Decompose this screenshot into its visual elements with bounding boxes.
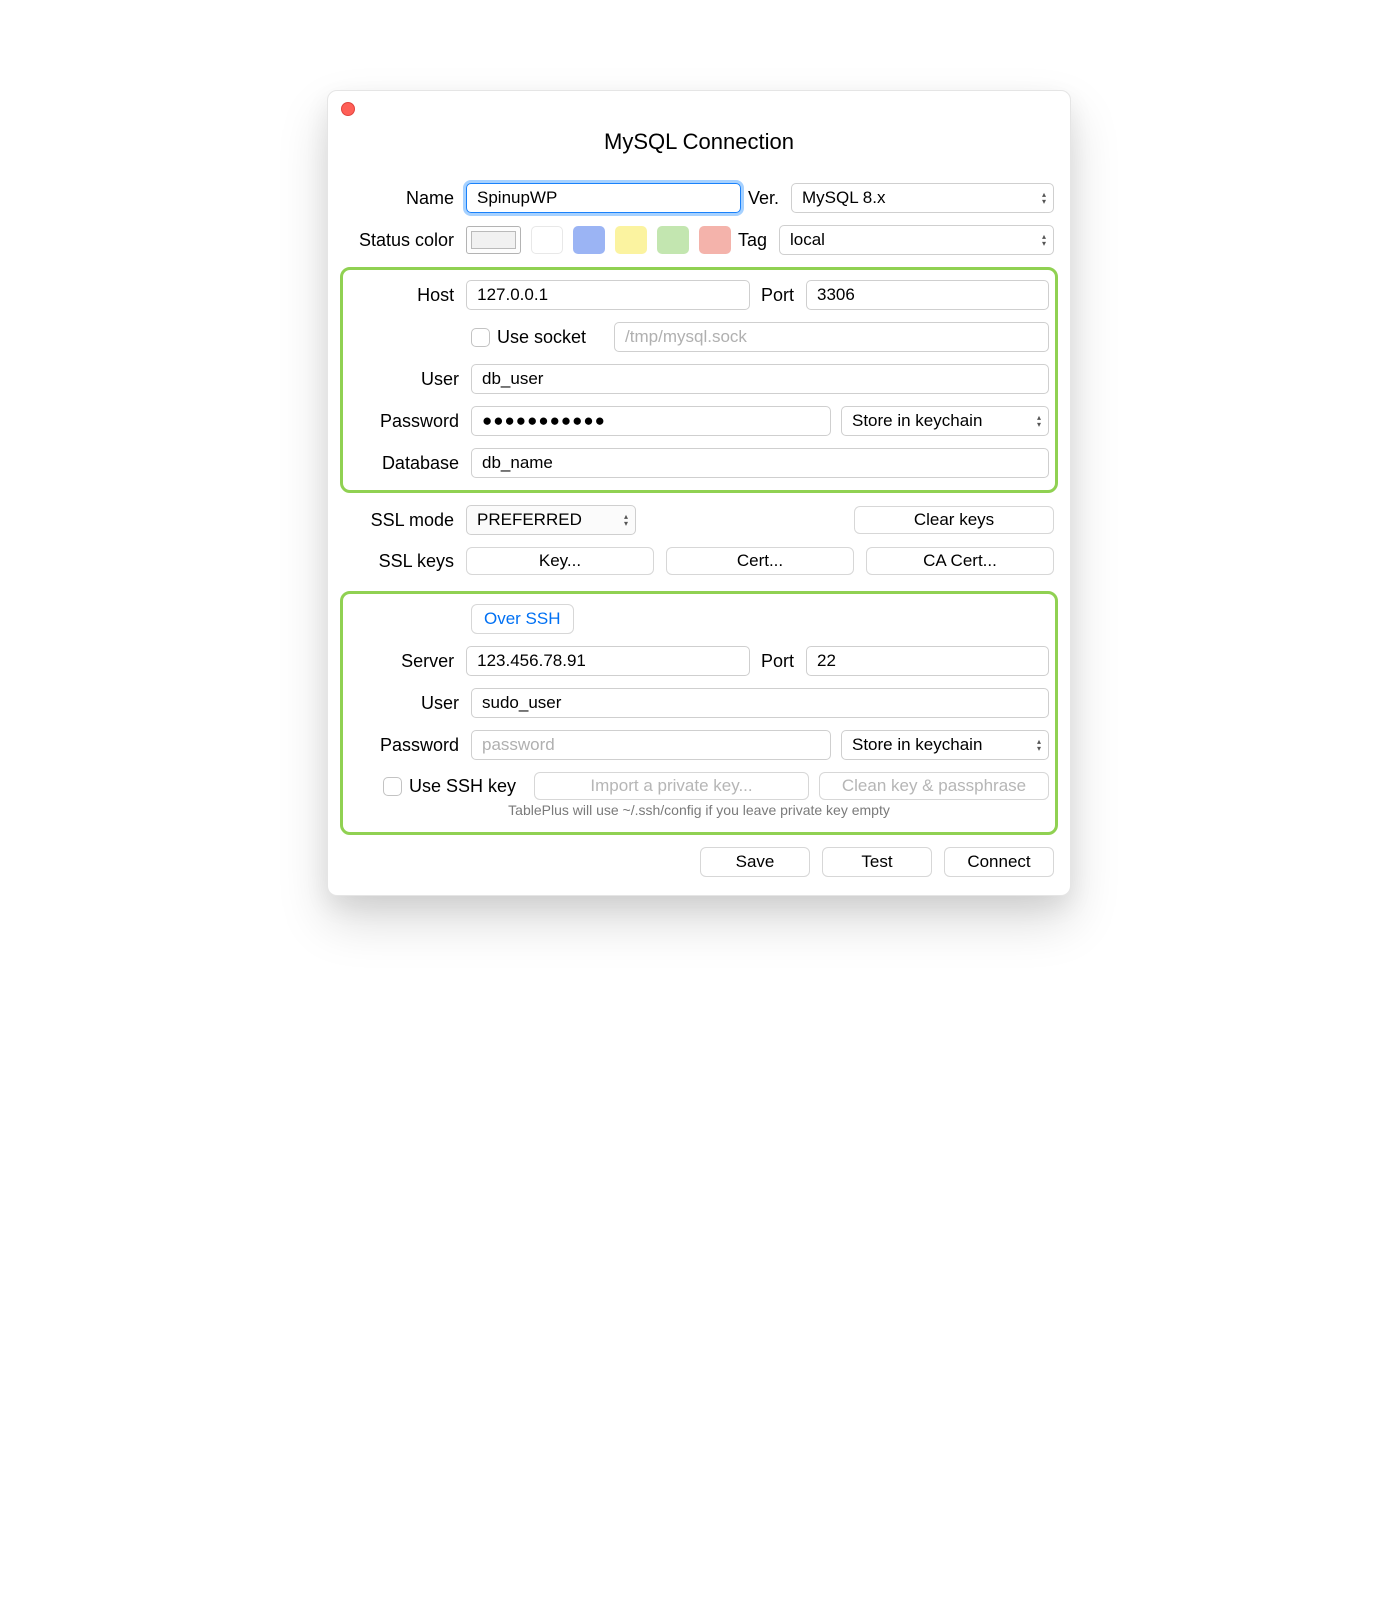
ssh-section-highlight: Over SSH Server Port User Password Store…	[340, 591, 1058, 835]
connect-button[interactable]: Connect	[944, 847, 1054, 877]
save-button[interactable]: Save	[700, 847, 810, 877]
test-button[interactable]: Test	[822, 847, 932, 877]
version-select[interactable]: MySQL 8.x ▴▾	[791, 183, 1054, 213]
chevron-updown-icon: ▴▾	[1042, 191, 1046, 205]
ssh-server-input[interactable]	[466, 646, 750, 676]
ssl-keys-label: SSL keys	[344, 551, 466, 572]
db-password-input[interactable]	[471, 406, 831, 436]
color-swatch-yellow[interactable]	[615, 226, 647, 254]
db-section-highlight: Host Port Use socket User Password Store…	[340, 267, 1058, 493]
ssl-mode-label: SSL mode	[344, 510, 466, 531]
ssh-keychain-select[interactable]: Store in keychain ▴▾	[841, 730, 1049, 760]
db-user-input[interactable]	[471, 364, 1049, 394]
dialog-title: MySQL Connection	[344, 129, 1054, 155]
dialog-footer: Save Test Connect	[344, 847, 1054, 877]
name-label: Name	[344, 188, 466, 209]
ssh-password-label: Password	[349, 735, 471, 756]
use-socket-checkbox[interactable]	[471, 328, 490, 347]
ssl-mode-select[interactable]: PREFERRED ▴▾	[466, 505, 636, 535]
tag-value: local	[790, 230, 825, 250]
ssh-user-label: User	[349, 693, 471, 714]
connection-dialog: MySQL Connection Name Ver. MySQL 8.x ▴▾ …	[327, 90, 1071, 896]
ssh-user-input[interactable]	[471, 688, 1049, 718]
tag-select[interactable]: local ▴▾	[779, 225, 1054, 255]
db-user-label: User	[349, 369, 471, 390]
ssh-config-note: TablePlus will use ~/.ssh/config if you …	[508, 802, 890, 818]
tag-label: Tag	[731, 230, 779, 251]
name-input[interactable]	[466, 183, 741, 213]
color-swatch-blue[interactable]	[573, 226, 605, 254]
use-ssh-key-checkbox[interactable]	[383, 777, 402, 796]
ssh-keychain-value: Store in keychain	[852, 735, 982, 755]
use-ssh-key-label: Use SSH key	[409, 776, 516, 797]
db-port-label: Port	[750, 285, 806, 306]
ssh-port-label: Port	[750, 651, 806, 672]
color-swatch-white[interactable]	[531, 226, 563, 254]
db-password-label: Password	[349, 411, 471, 432]
over-ssh-toggle[interactable]: Over SSH	[471, 604, 574, 634]
db-keychain-value: Store in keychain	[852, 411, 982, 431]
color-swatch-green[interactable]	[657, 226, 689, 254]
chevron-updown-icon: ▴▾	[1042, 233, 1046, 247]
ssh-password-input[interactable]	[471, 730, 831, 760]
db-port-input[interactable]	[806, 280, 1049, 310]
database-input[interactable]	[471, 448, 1049, 478]
clean-key-button[interactable]: Clean key & passphrase	[819, 772, 1049, 800]
chevron-updown-icon: ▴▾	[624, 513, 628, 527]
clear-keys-button[interactable]: Clear keys	[854, 506, 1054, 534]
use-socket-label: Use socket	[497, 327, 586, 348]
ssl-key-button[interactable]: Key...	[466, 547, 654, 575]
ssl-mode-value: PREFERRED	[477, 510, 582, 530]
import-private-key-button[interactable]: Import a private key...	[534, 772, 809, 800]
ssl-ca-cert-button[interactable]: CA Cert...	[866, 547, 1054, 575]
ssh-port-input[interactable]	[806, 646, 1049, 676]
socket-input[interactable]	[614, 322, 1049, 352]
status-color-label: Status color	[344, 230, 466, 251]
host-label: Host	[349, 285, 466, 306]
close-window-button[interactable]	[341, 102, 355, 116]
host-input[interactable]	[466, 280, 750, 310]
color-swatch-none[interactable]	[466, 226, 521, 254]
chevron-updown-icon: ▴▾	[1037, 738, 1041, 752]
chevron-updown-icon: ▴▾	[1037, 414, 1041, 428]
database-label: Database	[349, 453, 471, 474]
color-swatch-red[interactable]	[699, 226, 731, 254]
version-label: Ver.	[741, 188, 791, 209]
ssh-server-label: Server	[349, 651, 466, 672]
version-value: MySQL 8.x	[802, 188, 885, 208]
db-keychain-select[interactable]: Store in keychain ▴▾	[841, 406, 1049, 436]
status-color-picker	[466, 226, 731, 254]
ssl-cert-button[interactable]: Cert...	[666, 547, 854, 575]
